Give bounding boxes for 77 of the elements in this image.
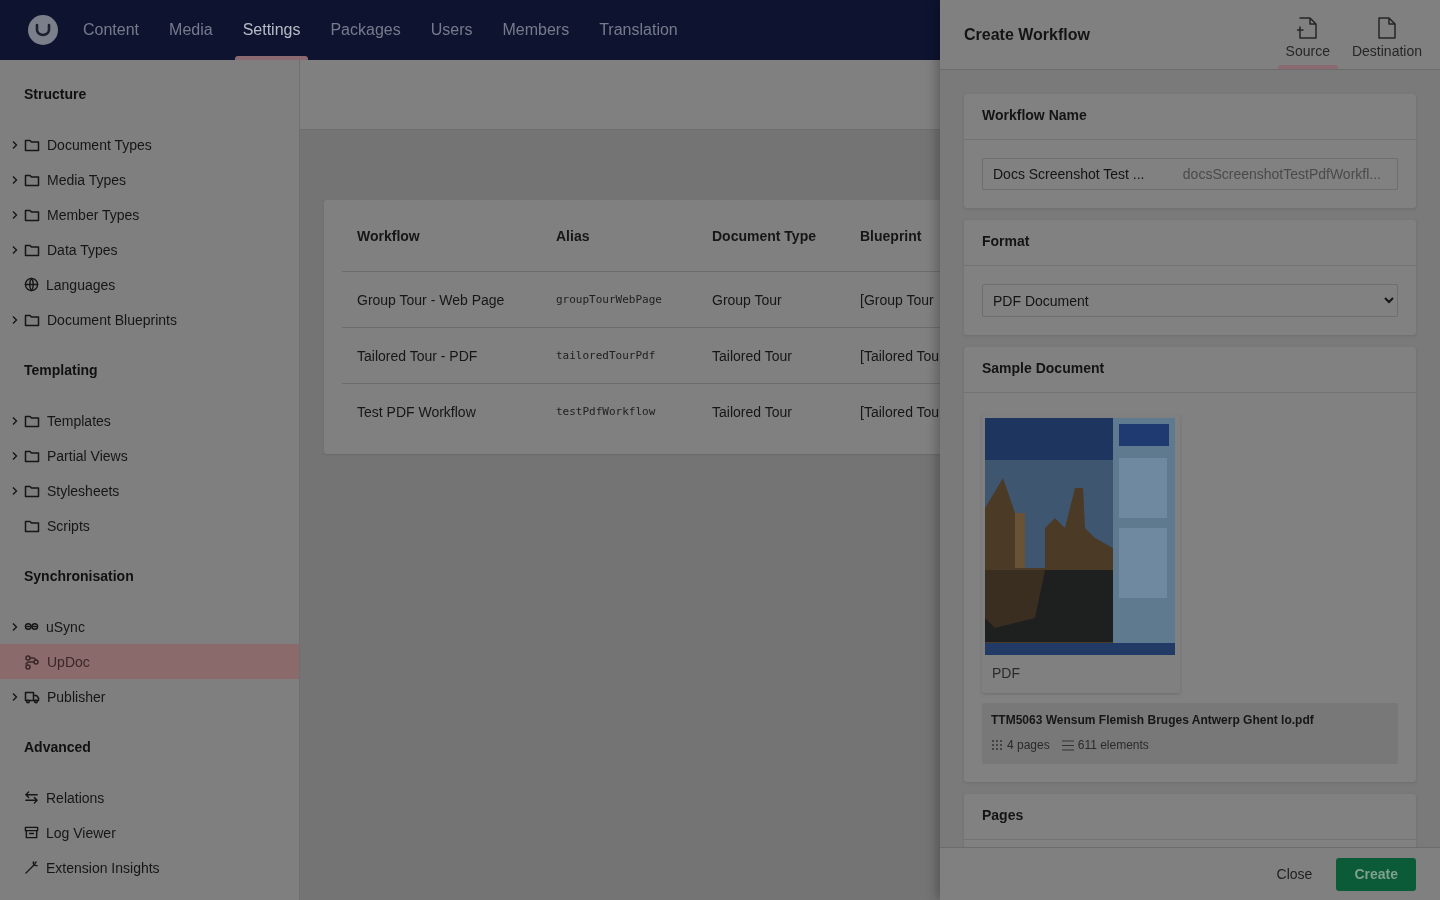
card-heading: Pages: [964, 794, 1416, 840]
tree-item[interactable]: Languages: [0, 267, 299, 302]
chevron-icon[interactable]: [10, 209, 20, 220]
logo-icon[interactable]: [28, 15, 58, 45]
tree-item[interactable]: Partial Views: [0, 438, 299, 473]
chevron-icon[interactable]: [10, 415, 20, 426]
file-name: TTM5063 Wensum Flemish Bruges Antwerp Ghent lo.pdf: [991, 713, 1315, 727]
card-heading: Sample Document: [964, 347, 1416, 393]
tree-item[interactable]: Document Types: [0, 127, 299, 162]
column-header: Alias: [556, 227, 590, 244]
tree-item[interactable]: Publisher: [0, 679, 299, 714]
nav-tab[interactable]: Translation: [591, 0, 686, 60]
tree-item[interactable]: Data Types: [0, 232, 299, 267]
table-cell: tailoredTourPdf: [556, 349, 656, 362]
chevron-icon[interactable]: [10, 450, 20, 461]
tree-item[interactable]: Document Blueprints: [0, 302, 299, 337]
table-cell: Tailored Tour - PDF: [357, 347, 478, 364]
column-header: Blueprint: [860, 227, 922, 244]
nav-tab[interactable]: Settings: [234, 0, 309, 60]
wand-icon: [24, 860, 39, 875]
nav-tab[interactable]: Content: [75, 0, 148, 60]
tree-item[interactable]: Member Types: [0, 197, 299, 232]
section-heading: Advanced: [24, 738, 92, 757]
table-cell: Tailored Tour: [712, 403, 792, 420]
file-plus-icon: [1296, 16, 1319, 40]
table-cell: Test PDF Workflow: [357, 403, 476, 420]
arrows-icon: [24, 790, 39, 805]
tree-item[interactable]: uSync: [0, 609, 299, 644]
tree-item[interactable]: Stylesheets: [0, 473, 299, 508]
tree-item[interactable]: Log Viewer: [0, 815, 299, 850]
table-cell: Tailored Tour: [712, 347, 792, 364]
card-heading: Workflow Name: [964, 94, 1416, 140]
element-count: 611 elements: [1077, 738, 1149, 752]
table-cell: [Tailored Tou: [860, 347, 940, 364]
format-dropdown[interactable]: PDF Document: [982, 284, 1398, 317]
nav-tab[interactable]: Users: [422, 0, 481, 60]
chevron-icon[interactable]: [10, 244, 20, 255]
table-cell: Group Tour - Web Page: [357, 291, 505, 308]
tree-item[interactable]: UpDoc: [0, 644, 299, 679]
tree-item[interactable]: Templates: [0, 403, 299, 438]
nodes-icon: [24, 653, 40, 670]
create-button[interactable]: Create: [1336, 857, 1416, 891]
table-cell: groupTourWebPage: [556, 293, 662, 306]
section-heading: Structure: [24, 85, 88, 104]
chevron-icon[interactable]: [10, 314, 20, 325]
nav-tab[interactable]: Members: [494, 0, 578, 60]
chevron-icon[interactable]: [10, 691, 20, 702]
table-cell: testPdfWorkflow: [556, 405, 656, 418]
tree-item[interactable]: Extension Insights: [0, 850, 299, 885]
grid-dots-icon: [991, 739, 1003, 751]
file-icon: [1375, 16, 1398, 40]
tree-item[interactable]: Relations: [0, 780, 299, 815]
nav-tab[interactable]: Packages: [322, 0, 409, 60]
panel-title: Create Workflow: [964, 25, 1091, 44]
close-button[interactable]: Close: [1262, 858, 1327, 890]
page-count: 4 pages: [1007, 738, 1050, 752]
table-cell: Group Tour: [712, 291, 782, 308]
tree-item[interactable]: Media Types: [0, 162, 299, 197]
section-heading: Synchronisation: [24, 567, 135, 586]
chevron-icon[interactable]: [10, 485, 20, 496]
list-icon: [1061, 739, 1074, 751]
chevron-icon[interactable]: [10, 139, 20, 150]
chevron-icon[interactable]: [10, 174, 20, 185]
tree-item[interactable]: Scripts: [0, 508, 299, 543]
document-thumbnail[interactable]: PDF: [982, 415, 1180, 693]
panel-tab[interactable]: Destination: [1343, 0, 1430, 69]
panel-tab[interactable]: Source: [1277, 0, 1338, 69]
column-header: Document Type: [712, 227, 816, 244]
chevron-icon[interactable]: [10, 621, 20, 632]
section-heading: Templating: [24, 361, 99, 380]
table-cell: [Tailored Tou: [860, 403, 940, 420]
globe-icon: [24, 277, 39, 292]
archive-icon: [24, 825, 39, 840]
column-header: Workflow: [357, 227, 420, 244]
table-cell: [Group Tour: [860, 291, 934, 308]
nav-tab[interactable]: Media: [161, 0, 221, 60]
card-heading: Format: [964, 220, 1416, 266]
